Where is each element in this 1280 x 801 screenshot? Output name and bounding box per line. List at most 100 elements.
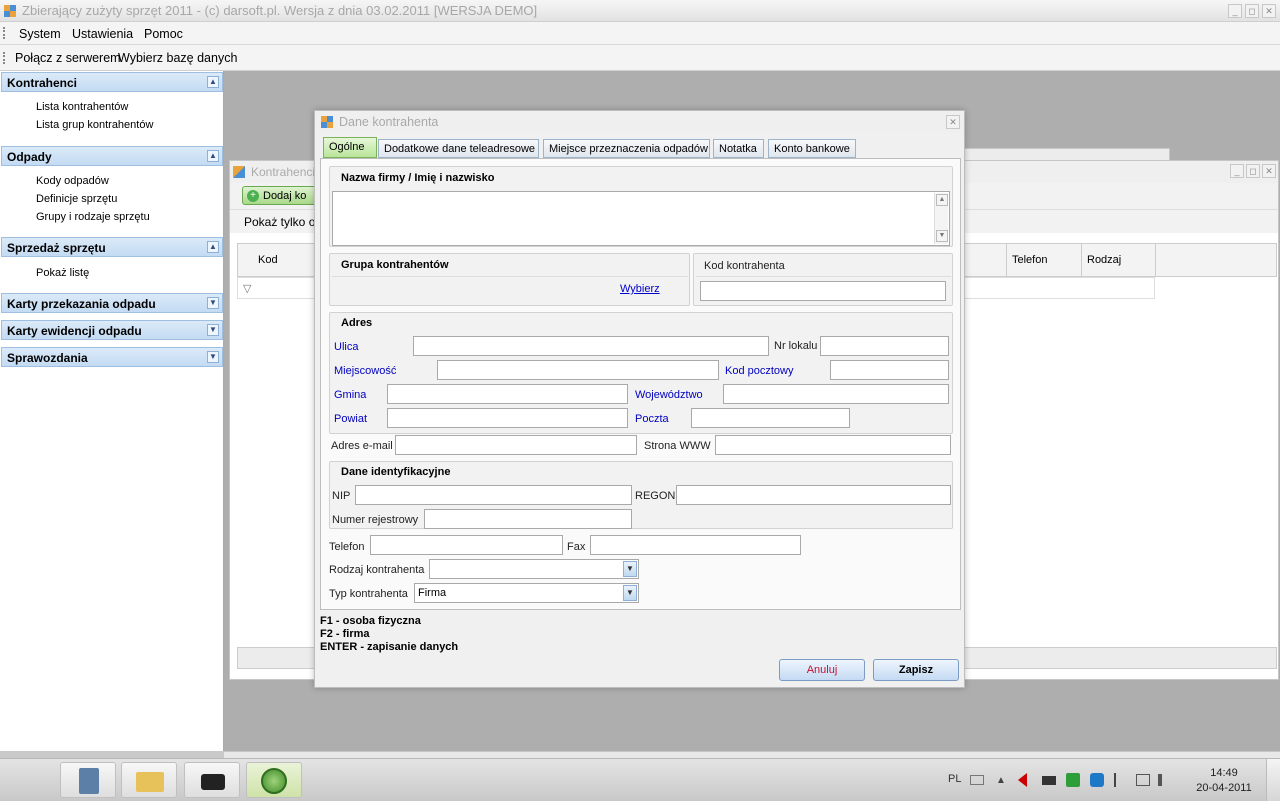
section-karty-ewidencji[interactable]: Karty ewidencji odpadu ▼ — [1, 320, 223, 340]
add-client-button[interactable]: + Dodaj ko — [242, 186, 322, 205]
column-rodzaj[interactable]: Rodzaj — [1081, 244, 1156, 276]
client-group-title: Grupa kontrahentów — [341, 259, 449, 271]
nip-input[interactable] — [355, 485, 632, 505]
kind-select[interactable]: ▼ — [429, 559, 639, 579]
add-client-label: Dodaj ko — [263, 190, 307, 202]
choose-group-link[interactable]: Wybierz — [620, 283, 660, 295]
collapse-icon[interactable]: ▲ — [207, 241, 219, 253]
fax-input[interactable] — [590, 535, 801, 555]
camera-tray-icon[interactable] — [1042, 776, 1056, 785]
sidebar-item-grupy-rodzaje[interactable]: Grupy i rodzaje sprzętu — [36, 211, 150, 223]
commune-input[interactable] — [387, 384, 628, 404]
street-input[interactable] — [413, 336, 769, 356]
chevron-down-icon[interactable]: ▼ — [623, 561, 637, 577]
speaker-red-icon[interactable] — [1018, 773, 1027, 787]
save-button[interactable]: Zapisz — [873, 659, 959, 681]
section-kontrahenci[interactable]: Kontrahenci ▲ — [1, 72, 223, 92]
sidebar-item-pokaz-liste[interactable]: Pokaż listę — [36, 267, 89, 279]
www-label: Strona WWW — [644, 440, 711, 452]
show-desktop-button[interactable] — [1266, 759, 1280, 801]
apt-input[interactable] — [820, 336, 949, 356]
sidebar-item-lista-kontrahentow[interactable]: Lista kontrahentów — [36, 101, 128, 113]
network-icon[interactable] — [1136, 774, 1150, 786]
choose-database-button[interactable]: Wybierz bazę danych — [118, 51, 237, 65]
phone-input[interactable] — [370, 535, 563, 555]
close-button[interactable]: ✕ — [1262, 4, 1276, 18]
regon-input[interactable] — [676, 485, 951, 505]
zip-input[interactable] — [830, 360, 949, 380]
zip-label: Kod pocztowy — [725, 365, 794, 377]
taskbar-camera[interactable] — [184, 762, 240, 798]
menu-bar: System Ustawienia Pomoc — [0, 22, 1280, 45]
expand-icon[interactable]: ▼ — [207, 351, 219, 363]
tab-konto-bankowe[interactable]: Konto bankowe — [768, 139, 856, 158]
tab-dodatkowe-dane[interactable]: Dodatkowe dane teleadresowe — [378, 139, 539, 158]
taskbar-calculator[interactable] — [60, 762, 116, 798]
section-title: Kontrahenci — [7, 76, 78, 90]
tab-miejsce-przeznaczenia[interactable]: Miejsce przeznaczenia odpadów — [543, 139, 710, 158]
filter-checkbox-label[interactable]: Pokaż tylko o — [244, 215, 315, 229]
taskbar-explorer[interactable] — [121, 762, 177, 798]
filter-icon[interactable]: ▽ — [243, 282, 251, 295]
minimize-button[interactable]: _ — [1228, 4, 1242, 18]
voivodeship-input[interactable] — [723, 384, 949, 404]
city-input[interactable] — [437, 360, 719, 380]
type-select[interactable]: Firma ▼ — [414, 583, 639, 603]
section-odpady[interactable]: Odpady ▲ — [1, 146, 223, 166]
app-recycle-icon — [261, 768, 287, 794]
dialog-close-button[interactable]: ✕ — [946, 115, 960, 129]
restore-button[interactable]: ◻ — [1246, 164, 1260, 178]
teamviewer-icon[interactable] — [1090, 773, 1104, 787]
sidebar-item-kody-odpadow[interactable]: Kody odpadów — [36, 175, 109, 187]
company-name-input[interactable] — [332, 191, 950, 246]
section-sprzedaz[interactable]: Sprzedaż sprzętu ▲ — [1, 237, 223, 257]
volume-icon[interactable] — [1158, 774, 1168, 786]
connect-server-button[interactable]: Połącz z serwerem — [15, 51, 121, 65]
expand-icon[interactable]: ▼ — [207, 297, 219, 309]
section-sprawozdania[interactable]: Sprawozdania ▼ — [1, 347, 223, 367]
tab-ogolne[interactable]: Ogólne — [323, 137, 377, 158]
kind-label: Rodzaj kontrahenta — [329, 564, 425, 576]
scroll-up-icon[interactable]: ▲ — [936, 194, 948, 206]
horizontal-scrollbar[interactable] — [224, 751, 1280, 758]
www-input[interactable] — [715, 435, 951, 455]
taskbar-app[interactable] — [246, 762, 302, 798]
close-button[interactable]: ✕ — [1262, 164, 1276, 178]
email-input[interactable] — [395, 435, 637, 455]
sidebar: Kontrahenci ▲ Lista kontrahentów Lista g… — [0, 71, 224, 751]
section-karty-przekazania[interactable]: Karty przekazania odpadu ▼ — [1, 293, 223, 313]
column-kod[interactable]: Kod — [258, 254, 278, 266]
clock-date: 20-04-2011 — [1196, 782, 1252, 794]
sidebar-item-lista-grup[interactable]: Lista grup kontrahentów — [36, 119, 153, 131]
expand-icon[interactable]: ▼ — [207, 324, 219, 336]
chevron-down-icon[interactable]: ▼ — [623, 585, 637, 601]
app-titlebar: Zbierający zużyty sprzęt 2011 - (c) dars… — [0, 0, 1280, 22]
flag-icon[interactable] — [1114, 773, 1126, 787]
reg-no-input[interactable] — [424, 509, 632, 529]
voivodeship-label: Województwo — [635, 389, 703, 401]
cancel-button[interactable]: Anuluj — [779, 659, 865, 681]
menu-system[interactable]: System — [19, 27, 61, 41]
tab-notatka[interactable]: Notatka — [713, 139, 764, 158]
sidebar-item-definicje-sprzetu[interactable]: Definicje sprzętu — [36, 193, 117, 205]
email-label: Adres e-mail — [331, 440, 393, 452]
column-telefon[interactable]: Telefon — [1006, 244, 1081, 276]
county-input[interactable] — [387, 408, 628, 428]
post-input[interactable] — [691, 408, 850, 428]
app-title: Zbierający zużyty sprzęt 2011 - (c) dars… — [22, 3, 538, 18]
language-indicator[interactable]: PL — [948, 773, 961, 785]
collapse-icon[interactable]: ▲ — [207, 150, 219, 162]
clock[interactable]: 14:49 20-04-2011 — [1194, 767, 1254, 794]
client-code-input[interactable] — [700, 281, 946, 301]
minimize-button[interactable]: _ — [1230, 164, 1244, 178]
collapse-icon[interactable]: ▲ — [207, 76, 219, 88]
scroll-down-icon[interactable]: ▼ — [936, 230, 948, 242]
menu-settings[interactable]: Ustawienia — [72, 27, 133, 41]
restore-button[interactable]: ◻ — [1245, 4, 1259, 18]
client-group-box: Grupa kontrahentów Wybierz — [329, 253, 690, 306]
sync-icon[interactable] — [1066, 773, 1080, 787]
keyboard-icon[interactable] — [970, 775, 984, 785]
show-hidden-icon[interactable]: ▲ — [996, 775, 1006, 786]
menu-help[interactable]: Pomoc — [144, 27, 183, 41]
textarea-scrollbar[interactable]: ▲ ▼ — [934, 193, 948, 244]
